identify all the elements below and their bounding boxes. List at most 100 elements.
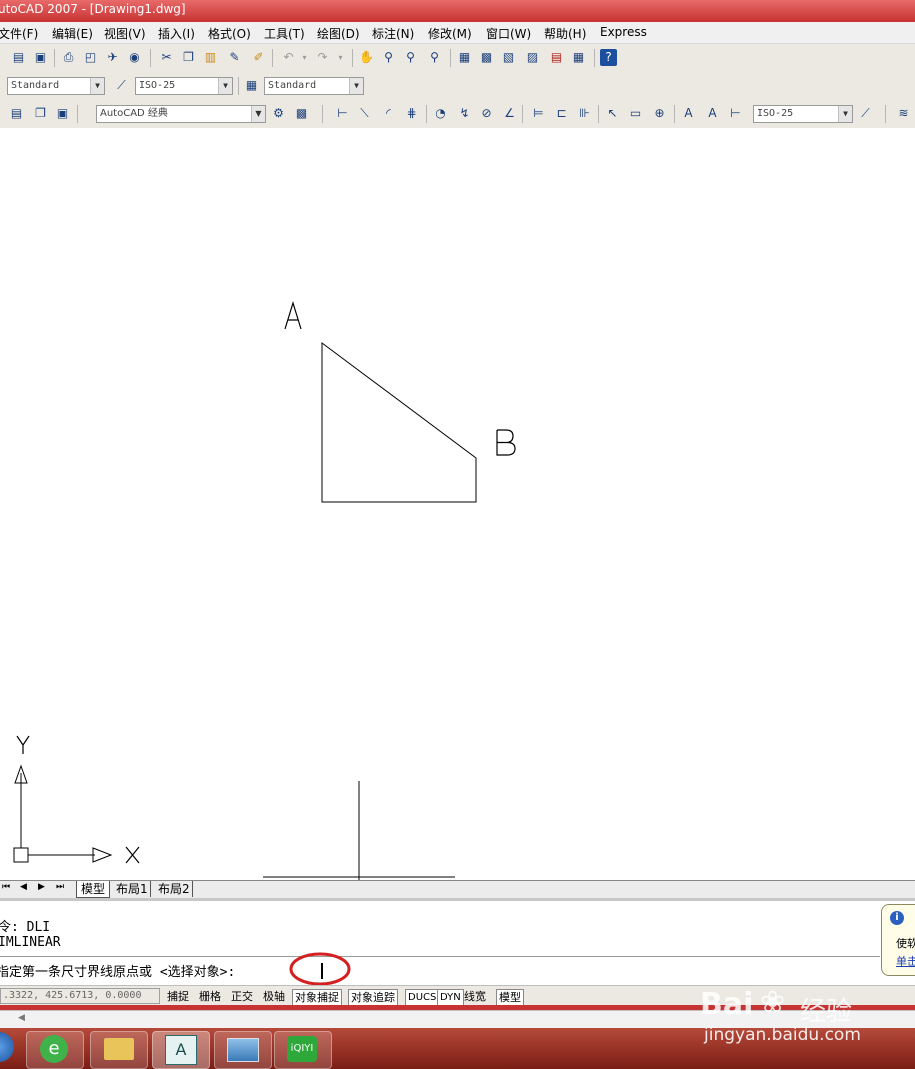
zoom-previous-icon[interactable]: ⚲ [426,49,443,66]
polar-toggle[interactable]: 极轴 [261,989,287,1004]
markup-icon[interactable]: ▤ [548,49,565,66]
scroll-left-icon[interactable]: ◀ [18,1013,25,1023]
command-input[interactable] [0,957,880,981]
horizontal-scrollbar[interactable]: ◀ [0,1010,915,1030]
aligned-dimension-icon[interactable]: ⟍ [356,105,373,122]
otrack-toggle[interactable]: 对象追踪 [348,989,398,1006]
tab-layout2[interactable]: 布局2 [156,881,193,897]
copy-icon[interactable]: ❐ [180,49,197,66]
lineweight-toggle[interactable]: 线宽 [462,989,488,1004]
model-toggle[interactable]: 模型 [496,989,524,1006]
publish-icon[interactable]: ✈ [104,49,121,66]
dim-style-control-combo[interactable]: ISO-25 ▼ [753,105,853,123]
taskbar-explorer-button[interactable] [90,1031,148,1069]
undo-icon[interactable]: ↶ [280,49,297,66]
radius-dimension-icon[interactable]: ◔ [432,105,449,122]
properties-icon[interactable]: ▦ [456,49,473,66]
chevron-down-icon[interactable]: ▼ [838,106,852,122]
dim-style-combo[interactable]: ISO-25 ▼ [135,77,233,95]
layer-states-icon[interactable]: ▣ [54,105,71,122]
drawing-canvas[interactable]: A B X Y [0,128,915,880]
dimension-update-icon[interactable]: ⊢ [727,105,744,122]
table-style-icon[interactable]: ▦ [243,77,260,94]
menu-help[interactable]: 帮助(H) [544,25,586,42]
menu-edit[interactable]: 编辑(E) [52,25,93,42]
trapezoid-shape[interactable] [321,342,477,503]
menu-dimension[interactable]: 标注(N) [372,25,414,42]
tab-layout1[interactable]: 布局1 [114,881,151,897]
first-tab-icon[interactable]: ⏮ [2,882,10,892]
arc-length-icon[interactable]: ◜ [380,105,397,122]
match-properties-icon[interactable]: ✎ [226,49,243,66]
dimension-text-edit-icon[interactable]: A [704,105,721,122]
calculator-icon[interactable]: ▦ [570,49,587,66]
text-style-combo[interactable]: Standard ▼ [7,77,105,95]
tool-palettes-icon[interactable]: ▧ [500,49,517,66]
chevron-down-icon[interactable]: ▼ [349,78,363,94]
plot-preview-icon[interactable]: ◰ [82,49,99,66]
last-tab-icon[interactable]: ⏭ [56,882,64,892]
redo-dropdown-icon[interactable]: ▾ [332,49,349,66]
layer-icon[interactable]: ▤ [8,105,25,122]
menu-window[interactable]: 窗口(W) [486,25,531,42]
taskbar-autocad-button[interactable]: A [152,1031,210,1069]
jogged-dimension-icon[interactable]: ↯ [456,105,473,122]
paste-icon[interactable]: ▥ [202,49,219,66]
chevron-down-icon[interactable]: ▼ [218,78,232,94]
help-icon[interactable]: ? [600,49,617,66]
ordinate-dimension-icon[interactable]: ⋕ [403,105,420,122]
dyn-toggle[interactable]: DYN [437,989,464,1006]
baseline-dimension-icon[interactable]: ⊏ [553,105,570,122]
previous-tab-icon[interactable]: ◀ [20,882,27,892]
workspace-settings-icon[interactable]: ⚙ [270,105,287,122]
grid-toggle[interactable]: 栅格 [197,989,223,1004]
menu-file[interactable]: 文件(F) [0,25,38,42]
ducs-toggle[interactable]: DUCS [405,989,440,1006]
print-icon[interactable]: ⎙ [60,49,77,66]
taskbar-photo-button[interactable] [214,1031,272,1069]
menu-express[interactable]: Express [600,25,647,39]
diameter-dimension-icon[interactable]: ⊘ [478,105,495,122]
menu-draw[interactable]: 绘图(D) [317,25,360,42]
next-tab-icon[interactable]: ▶ [38,882,45,892]
menu-format[interactable]: 格式(O) [208,25,251,42]
sheet-set-icon[interactable]: ▨ [524,49,541,66]
menu-tools[interactable]: 工具(T) [264,25,305,42]
taskbar-browser-button[interactable]: e [26,1031,84,1069]
undo-dropdown-icon[interactable]: ▾ [296,49,313,66]
linear-dimension-icon[interactable]: ⊢ [334,105,351,122]
quick-dimension-icon[interactable]: ⊨ [530,105,547,122]
ortho-toggle[interactable]: 正交 [229,989,255,1004]
3d-dwf-icon[interactable]: ◉ [126,49,143,66]
pan-icon[interactable]: ✋ [358,49,375,66]
snap-toggle[interactable]: 捕捉 [165,989,191,1004]
zoom-realtime-icon[interactable]: ⚲ [380,49,397,66]
cut-icon[interactable]: ✂ [158,49,175,66]
notification-text-2[interactable]: 单击 [896,953,915,969]
save-workspace-icon[interactable]: ▩ [293,105,310,122]
tab-model[interactable]: 模型 [76,881,111,898]
quick-leader-icon[interactable]: ↖ [604,105,621,122]
osnap-toggle[interactable]: 对象捕捉 [292,989,342,1006]
dimension-style-icon[interactable]: ⟋ [857,105,874,122]
design-center-icon[interactable]: ▩ [478,49,495,66]
angular-dimension-icon[interactable]: ∠ [501,105,518,122]
taskbar-iqiyi-button[interactable]: iQIYI [274,1031,332,1069]
zoom-window-icon[interactable]: ⚲ [402,49,419,66]
block-editor-icon[interactable]: ✐ [250,49,267,66]
menu-modify[interactable]: 修改(M) [428,25,472,42]
chevron-down-icon[interactable]: ▼ [251,106,265,122]
table-style-combo[interactable]: Standard ▼ [264,77,364,95]
tolerance-icon[interactable]: ▭ [627,105,644,122]
notification-balloon[interactable]: i 使软 单击 [881,904,915,976]
redo-icon[interactable]: ↷ [314,49,331,66]
dim-style-icon[interactable]: ⟋ [113,77,130,94]
menu-insert[interactable]: 插入(I) [158,25,195,42]
layer-previous-icon[interactable]: ❐ [32,105,49,122]
center-mark-icon[interactable]: ⊕ [651,105,668,122]
workspace-combo[interactable]: AutoCAD 经典 ▼ [96,105,266,123]
coordinate-display[interactable]: .3322, 425.6713, 0.0000 [0,988,160,1004]
open-icon[interactable]: ▤ [10,49,27,66]
layers-icon[interactable]: ≋ [895,105,912,122]
save-icon[interactable]: ▣ [32,49,49,66]
